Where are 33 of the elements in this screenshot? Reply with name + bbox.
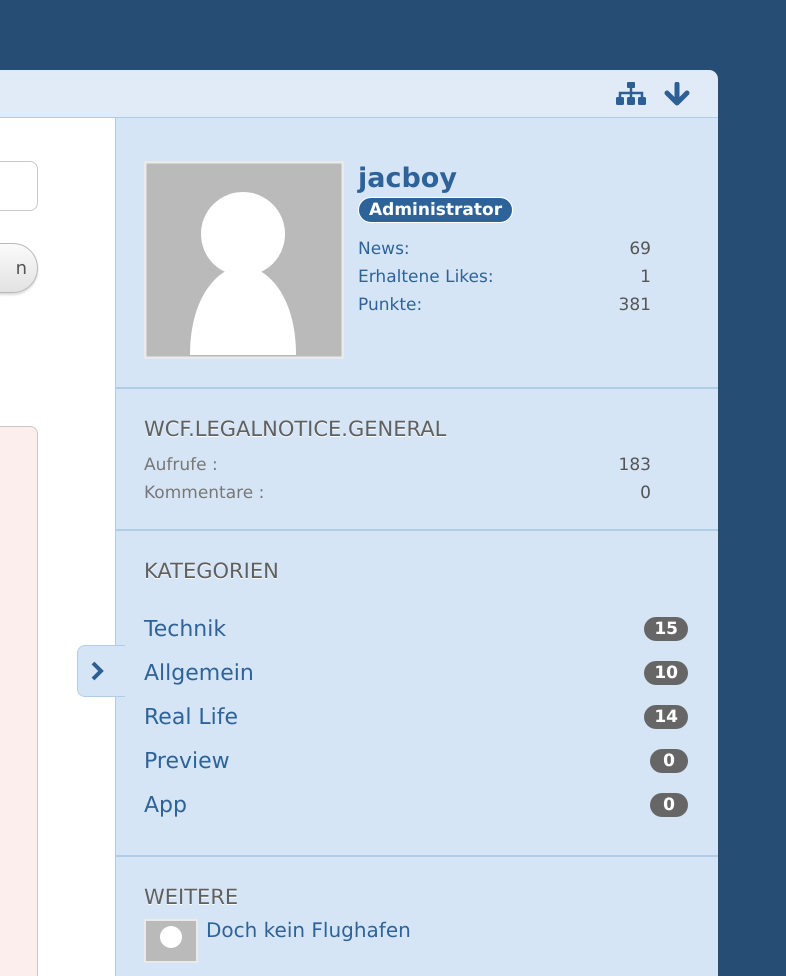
- sitemap-icon[interactable]: [616, 82, 646, 106]
- section-title: WCF.LEGALNOTICE.GENERAL: [144, 417, 448, 441]
- stat-value: 381: [618, 294, 651, 317]
- stat-value: 69: [629, 238, 651, 261]
- arrow-down-icon[interactable]: [664, 82, 690, 106]
- sidebar-toggle[interactable]: [77, 645, 125, 697]
- category-link[interactable]: Preview: [144, 748, 230, 774]
- section-title: WEITERE: [144, 885, 240, 909]
- count-badge: 10: [644, 661, 688, 685]
- stat-label: News:: [358, 238, 410, 261]
- stat-value: 183: [618, 454, 651, 477]
- stat-label: Kommentare :: [144, 482, 264, 505]
- count-badge: 0: [650, 749, 688, 773]
- category-link[interactable]: Real Life: [144, 704, 238, 730]
- article-link[interactable]: Doch kein Flughafen: [206, 919, 411, 941]
- category-link[interactable]: Technik: [144, 616, 226, 642]
- stat-label: Aufrufe :: [144, 454, 218, 477]
- category-link[interactable]: App: [144, 792, 187, 818]
- count-badge: 0: [650, 793, 688, 817]
- stat-value: 0: [640, 482, 651, 505]
- category-link[interactable]: Allgemein: [144, 660, 254, 686]
- rank-badge: Administrator: [358, 197, 514, 223]
- chevron-right-icon: [90, 660, 104, 682]
- avatar-icon: [144, 161, 344, 359]
- submit-button[interactable]: n: [0, 243, 38, 293]
- avatar-icon: [144, 919, 198, 963]
- section-title: KATEGORIEN: [144, 559, 280, 583]
- count-badge: 14: [644, 705, 688, 729]
- username-link[interactable]: jacboy: [358, 163, 457, 195]
- stat-value: 1: [640, 266, 651, 289]
- stat-label: Punkte:: [358, 294, 422, 317]
- count-badge: 15: [644, 617, 688, 641]
- stat-label: Erhaltene Likes:: [358, 266, 494, 289]
